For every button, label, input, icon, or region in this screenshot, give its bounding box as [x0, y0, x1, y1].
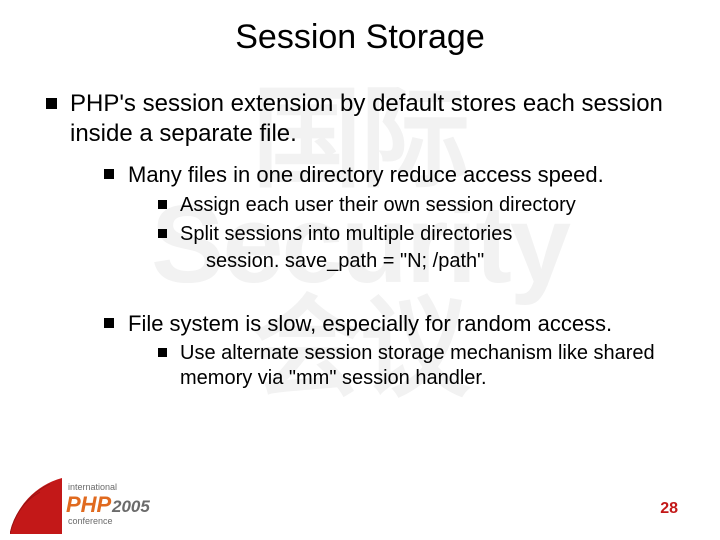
bullet-text: Split sessions into multiple directories: [180, 223, 512, 245]
logo-brand-text: PHP: [66, 492, 112, 517]
bullet-list-level3: Use alternate session storage mechanism …: [128, 341, 680, 391]
bullet-text: PHP's session extension by default store…: [70, 90, 663, 147]
page-number: 28: [660, 500, 678, 518]
logo-year-text: 2005: [111, 497, 150, 516]
conference-logo: international PHP 2005 conference: [10, 470, 160, 534]
slide: Session Storage PHP's session extension …: [0, 0, 720, 540]
logo-top-text: international: [68, 482, 117, 492]
bullet-list-level2: Many files in one directory reduce acces…: [70, 161, 680, 391]
bullet-text: Many files in one directory reduce acces…: [128, 162, 604, 187]
list-item: Many files in one directory reduce acces…: [98, 161, 680, 274]
bullet-text: File system is slow, especially for rand…: [128, 311, 612, 336]
bullet-list-level1: PHP's session extension by default store…: [40, 89, 680, 391]
list-item: Assign each user their own session direc…: [154, 193, 680, 218]
bullet-text: Use alternate session storage mechanism …: [180, 342, 655, 389]
list-item: Split sessions into multiple directories…: [154, 222, 680, 274]
logo-bottom-text: conference: [68, 516, 113, 526]
slide-title: Session Storage: [40, 18, 680, 57]
list-item: File system is slow, especially for rand…: [98, 310, 680, 392]
code-text: session. save_path = "N; /path": [206, 249, 680, 274]
list-item: PHP's session extension by default store…: [40, 89, 680, 391]
bullet-list-level3: Assign each user their own session direc…: [128, 193, 680, 274]
list-item: Use alternate session storage mechanism …: [154, 341, 680, 391]
bullet-text: Assign each user their own session direc…: [180, 194, 576, 216]
